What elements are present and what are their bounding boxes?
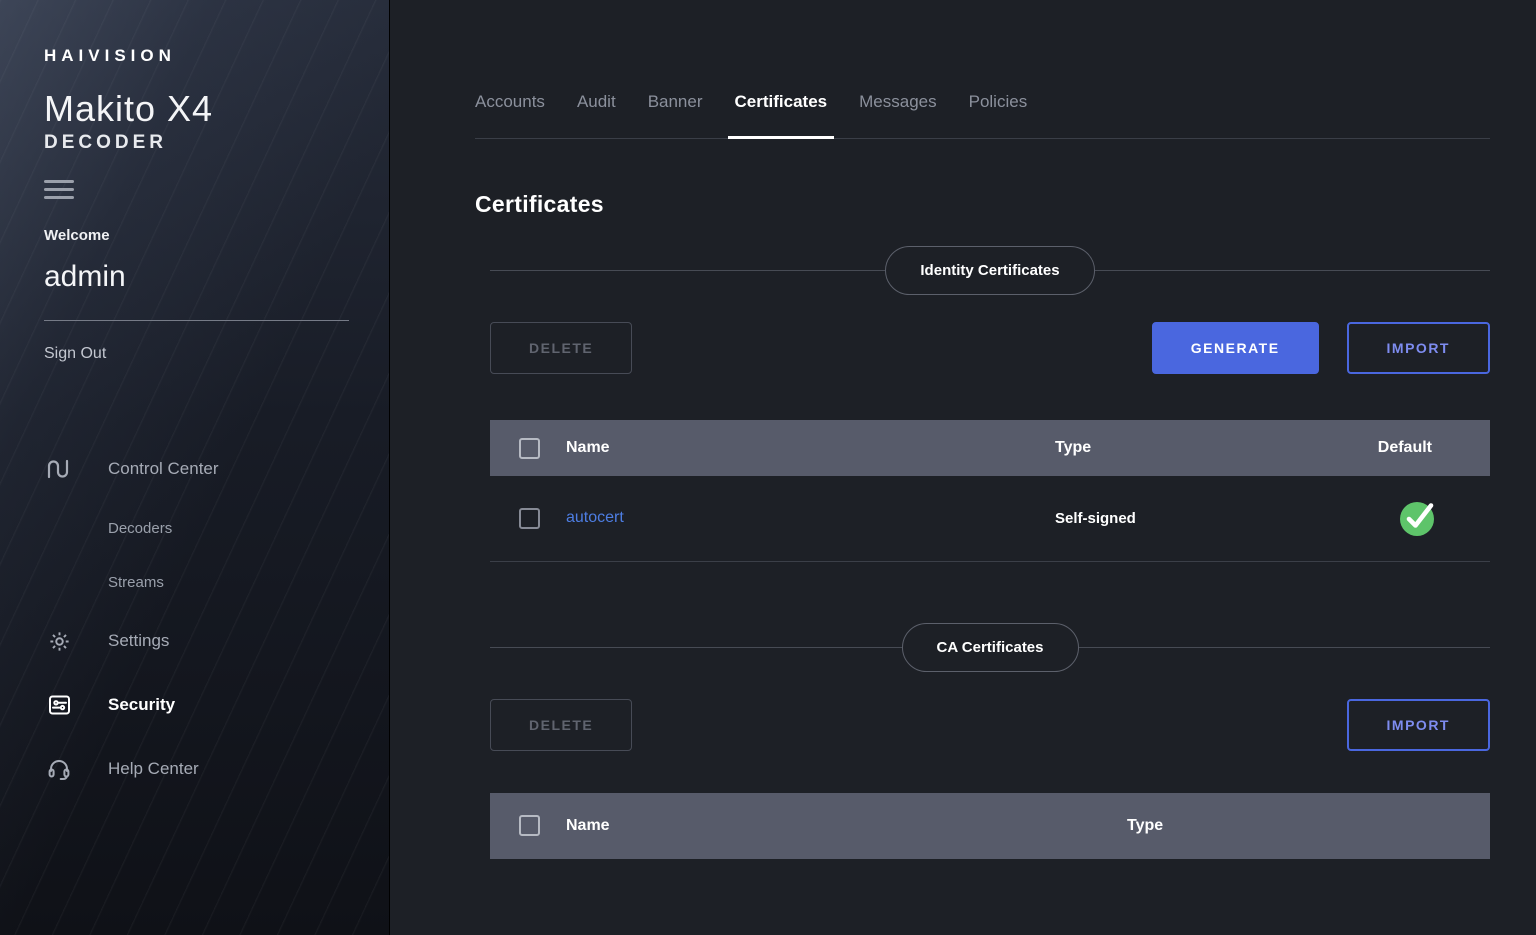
gear-icon bbox=[44, 630, 74, 653]
tab-accounts[interactable]: Accounts bbox=[475, 92, 545, 138]
product-name: Makito X4 bbox=[44, 88, 389, 130]
sidebar-item-settings[interactable]: Settings bbox=[44, 609, 389, 673]
identity-table-header-row: Name Type Default bbox=[490, 420, 1490, 476]
brand-logo: HAIVISION bbox=[44, 46, 389, 66]
sign-out-link[interactable]: Sign Out bbox=[44, 345, 106, 363]
security-icon bbox=[44, 693, 74, 717]
identity-import-button[interactable]: IMPORT bbox=[1347, 322, 1490, 374]
welcome-label: Welcome bbox=[44, 227, 389, 244]
certificate-name-link[interactable]: autocert bbox=[566, 509, 624, 526]
ca-section-label: CA Certificates bbox=[902, 623, 1079, 672]
column-header-type: Type bbox=[1055, 420, 1310, 476]
identity-select-all-checkbox[interactable] bbox=[519, 438, 540, 459]
ca-column-header-type: Type bbox=[1127, 793, 1490, 859]
control-center-icon bbox=[44, 457, 74, 481]
sidebar-divider bbox=[44, 320, 349, 321]
headset-icon bbox=[44, 757, 74, 781]
tab-messages[interactable]: Messages bbox=[859, 92, 936, 138]
column-header-default: Default bbox=[1310, 420, 1490, 476]
ca-section-divider: CA Certificates bbox=[490, 623, 1490, 672]
identity-delete-button[interactable]: DELETE bbox=[490, 322, 632, 374]
username: admin bbox=[44, 260, 389, 294]
ca-certificates-table: Name Type bbox=[490, 793, 1490, 859]
sidebar-nav: Control Center Decoders Streams Settings bbox=[44, 437, 389, 801]
tab-certificates[interactable]: Certificates bbox=[735, 92, 828, 138]
sidebar: HAIVISION Makito X4 DECODER Welcome admi… bbox=[0, 0, 390, 935]
column-header-name: Name bbox=[566, 420, 1055, 476]
page-title: Certificates bbox=[475, 191, 1490, 218]
sidebar-item-streams[interactable]: Streams bbox=[44, 555, 389, 609]
identity-section-label: Identity Certificates bbox=[885, 246, 1094, 295]
tab-audit[interactable]: Audit bbox=[577, 92, 616, 138]
sidebar-item-decoders[interactable]: Decoders bbox=[44, 501, 389, 555]
sidebar-item-label: Help Center bbox=[108, 759, 199, 779]
certificate-type: Self-signed bbox=[1055, 476, 1310, 561]
sidebar-item-label: Security bbox=[108, 695, 175, 715]
sidebar-item-help-center[interactable]: Help Center bbox=[44, 737, 389, 801]
identity-toolbar: DELETE GENERATE IMPORT bbox=[490, 322, 1490, 374]
row-checkbox[interactable] bbox=[519, 508, 540, 529]
generate-button[interactable]: GENERATE bbox=[1152, 322, 1319, 374]
sidebar-item-label: Settings bbox=[108, 631, 169, 651]
sidebar-item-label: Streams bbox=[108, 574, 164, 591]
identity-table-row: autocert Self-signed bbox=[490, 476, 1490, 561]
tab-policies[interactable]: Policies bbox=[969, 92, 1028, 138]
tab-banner[interactable]: Banner bbox=[648, 92, 703, 138]
ca-delete-button[interactable]: DELETE bbox=[490, 699, 632, 751]
sidebar-item-control-center[interactable]: Control Center bbox=[44, 437, 389, 501]
sidebar-item-label: Decoders bbox=[108, 520, 172, 537]
identity-section-divider: Identity Certificates bbox=[490, 246, 1490, 295]
main-content: Accounts Audit Banner Certificates Messa… bbox=[390, 0, 1536, 935]
ca-toolbar: DELETE IMPORT bbox=[490, 699, 1490, 751]
product-type: DECODER bbox=[44, 132, 389, 154]
identity-certificates-table: Name Type Default autocert Self-signed bbox=[490, 420, 1490, 562]
app-root: HAIVISION Makito X4 DECODER Welcome admi… bbox=[0, 0, 1536, 935]
ca-table-header-row: Name Type bbox=[490, 793, 1490, 859]
default-check-icon bbox=[1398, 498, 1440, 538]
menu-icon[interactable] bbox=[44, 180, 74, 199]
ca-import-button[interactable]: IMPORT bbox=[1347, 699, 1490, 751]
sidebar-item-security[interactable]: Security bbox=[44, 673, 389, 737]
sidebar-item-label: Control Center bbox=[108, 459, 219, 479]
ca-column-header-name: Name bbox=[566, 793, 1127, 859]
ca-select-all-checkbox[interactable] bbox=[519, 815, 540, 836]
tab-bar: Accounts Audit Banner Certificates Messa… bbox=[475, 0, 1490, 139]
